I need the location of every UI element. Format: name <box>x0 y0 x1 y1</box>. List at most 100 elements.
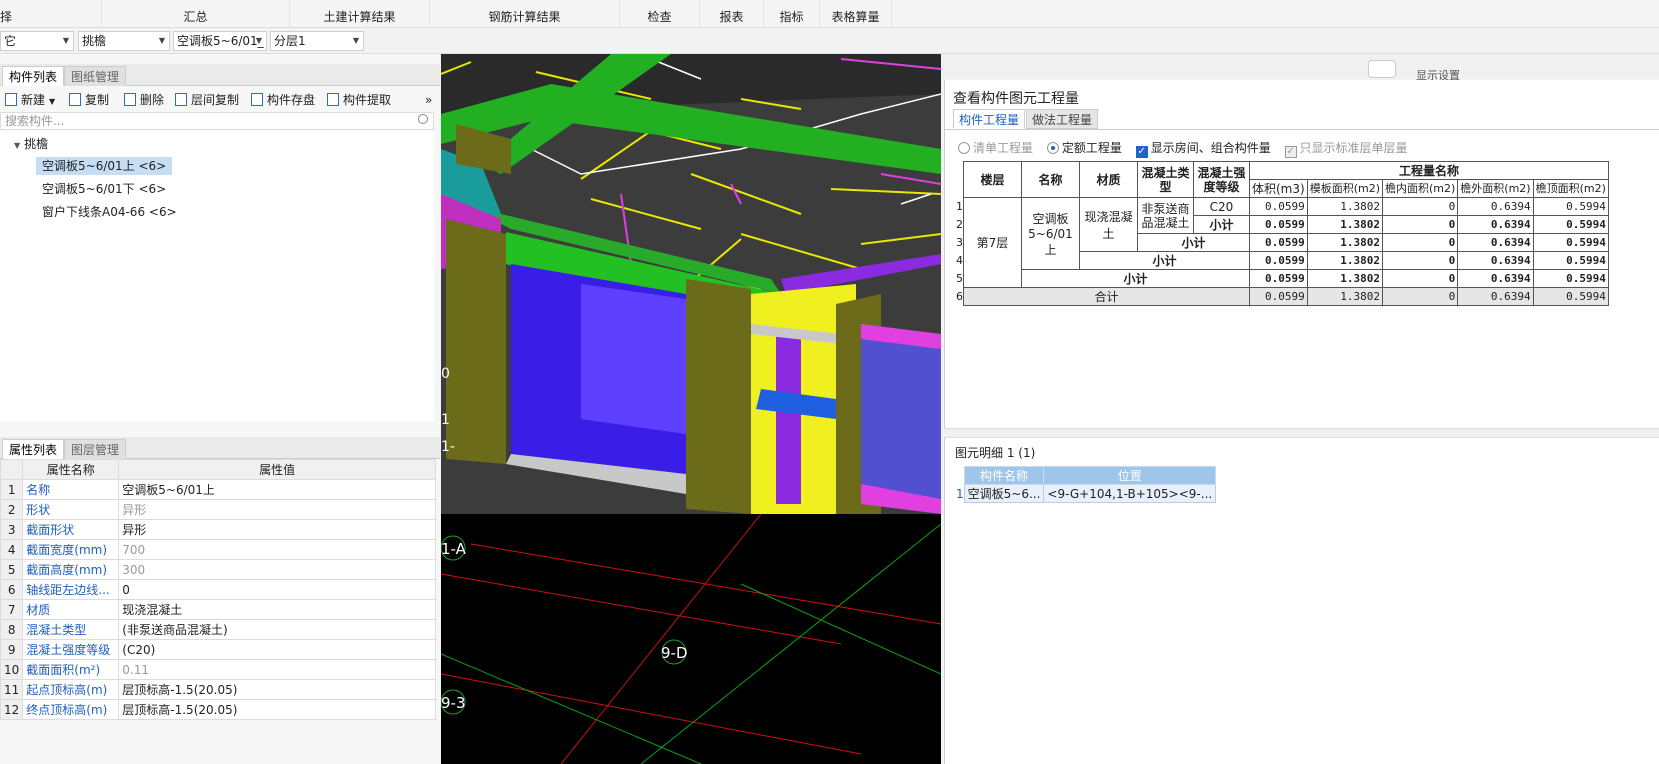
ribbon-tab-check[interactable]: 检查 <box>620 0 700 28</box>
property-value[interactable]: (C20) <box>118 639 436 660</box>
category-combo[interactable]: 挑檐 ▼ <box>78 31 170 51</box>
property-row[interactable]: 3 截面形状 异形 <box>0 519 436 540</box>
delete-button[interactable]: 删除 <box>124 92 164 108</box>
concrete-grade-header: 混凝土强度等级 <box>1193 161 1250 198</box>
property-value[interactable]: 异形 <box>118 519 436 540</box>
outer-area-value: 0.6394 <box>1457 215 1534 234</box>
property-name: 名称 <box>22 479 120 500</box>
row-number: 2 <box>0 499 24 520</box>
bill-quantity-radio[interactable]: 清单工程量 <box>958 139 1033 156</box>
formwork-area-header: 模板面积(m2) <box>1306 179 1384 198</box>
property-row[interactable]: 10 截面面积(m²) 0.11 <box>0 659 436 680</box>
property-value[interactable]: 300 <box>118 559 436 580</box>
property-value[interactable]: 层顶标高-1.5(20.05) <box>118 679 436 700</box>
dialog-title: 查看构件图元工程量 <box>953 91 1079 107</box>
volume-value: 0.0599 <box>1249 233 1308 252</box>
row-number: 3 <box>0 519 24 540</box>
property-table: 属性名称 属性值 1 名称 空调板5~6/01上 2 形状 异形 3 截面形状 异形 4 截面宽度(… <box>0 459 436 720</box>
property-row[interactable]: 6 轴线距左边线... 0 <box>0 579 436 600</box>
search-icon[interactable] <box>418 114 428 124</box>
3d-viewport[interactable]: 0 1 1- 1-A 9-D 9-3 <box>441 54 941 764</box>
property-row[interactable]: 7 材质 现浇混凝土 <box>0 599 436 620</box>
property-value[interactable]: 0.11 <box>118 659 436 680</box>
tab-component-list[interactable]: 构件列表 <box>2 66 65 86</box>
detail-title: 图元明细 1 (1) <box>955 444 1035 461</box>
floor-header: 楼层 <box>963 161 1022 198</box>
property-value[interactable]: 700 <box>118 539 436 560</box>
tab-method-quantity[interactable]: 做法工程量 <box>1026 109 1099 129</box>
chevron-down-icon: ▼ <box>62 36 69 45</box>
component-combo[interactable]: 空调板5~6/01_ ▼ <box>173 31 267 51</box>
building-model <box>441 54 941 764</box>
type-combo[interactable]: 它 ▼ <box>0 31 74 51</box>
grade-cell: C20 <box>1193 197 1250 216</box>
property-row[interactable]: 11 起点顶标高(m) 层顶标高-1.5(20.05) <box>0 679 436 700</box>
property-value[interactable]: 现浇混凝土 <box>118 599 436 620</box>
volume-value: 0.0599 <box>1249 287 1308 306</box>
axis-label: 1-A <box>441 540 466 558</box>
property-panel-tabs: 属性列表 图层管理 <box>0 437 440 459</box>
copy-button[interactable]: 复制 <box>69 92 109 108</box>
type-combo-value: 它 <box>4 34 17 48</box>
extract-component-label: 构件提取 <box>343 93 392 107</box>
property-value[interactable]: 异形 <box>118 499 436 520</box>
property-value[interactable]: 层顶标高-1.5(20.05) <box>118 699 436 720</box>
formwork-area-value: 1.3802 <box>1306 233 1384 252</box>
option-label: 清单工程量 <box>973 141 1034 155</box>
tab-drawing-manager[interactable]: 图纸管理 <box>64 66 127 86</box>
property-row[interactable]: 5 截面高度(mm) 300 <box>0 559 436 580</box>
ribbon-tab-select[interactable]: 择 <box>0 0 102 28</box>
collapse-icon[interactable]: ▼ <box>14 141 20 150</box>
formwork-area-value: 1.3802 <box>1306 197 1384 216</box>
formwork-area-value: 1.3802 <box>1306 287 1384 306</box>
more-tools-icon[interactable]: » <box>425 92 432 108</box>
row-number: 12 <box>0 699 24 720</box>
splitter[interactable] <box>944 428 1659 438</box>
ribbon-tab-table-quantity[interactable]: 表格算量 <box>820 0 892 28</box>
ribbon-tab-report[interactable]: 报表 <box>700 0 764 28</box>
outer-area-value: 0.6394 <box>1457 269 1534 288</box>
row-number: 4 <box>956 254 963 267</box>
option-label: 显示房间、组合构件量 <box>1150 141 1271 155</box>
property-value[interactable]: (非泵送商品混凝土) <box>118 619 436 640</box>
tab-layer-manager[interactable]: 图层管理 <box>64 439 127 459</box>
save-component-button[interactable]: 构件存盘 <box>251 92 315 108</box>
layer-combo[interactable]: 分层1 ▼ <box>270 31 364 51</box>
tree-item[interactable]: 空调板5~6/01下 <6> <box>42 180 166 198</box>
tab-property-list[interactable]: 属性列表 <box>2 439 65 459</box>
axis-label: 0 <box>441 366 450 382</box>
subtotal-label: 小计 <box>1079 251 1250 270</box>
ribbon-tab-summary[interactable]: 汇总 <box>102 0 290 28</box>
concrete-type-header: 混凝土类型 <box>1137 161 1194 198</box>
row-number: 6 <box>0 579 24 600</box>
ribbon-tab-civil-results[interactable]: 土建计算结果 <box>290 0 430 28</box>
property-row[interactable]: 8 混凝土类型 (非泵送商品混凝土) <box>0 619 436 640</box>
property-row[interactable]: 2 形状 异形 <box>0 499 436 520</box>
property-row[interactable]: 12 终点顶标高(m) 层顶标高-1.5(20.05) <box>0 699 436 720</box>
tree-item[interactable]: 窗户下线条A04-66 <6> <box>42 203 177 221</box>
view-cube-icon[interactable] <box>1368 60 1396 78</box>
tab-component-quantity[interactable]: 构件工程量 <box>953 109 1026 129</box>
ribbon-tab-rebar-results[interactable]: 钢筋计算结果 <box>430 0 620 28</box>
detail-name-cell[interactable]: 空调板5~6... <box>963 484 1045 503</box>
property-row[interactable]: 9 混凝土强度等级 (C20) <box>0 639 436 660</box>
property-row[interactable]: 4 截面宽度(mm) 700 <box>0 539 436 560</box>
component-search-input[interactable]: 搜索构件... <box>0 112 434 130</box>
top-area-value: 0.5994 <box>1532 233 1609 252</box>
subtotal-label: 小计 <box>1137 233 1250 252</box>
property-value[interactable]: 空调板5~6/01上 <box>118 479 436 500</box>
detail-position-cell[interactable]: <9-G+104,1-B+105><9-... <box>1043 484 1217 503</box>
new-button[interactable]: 新建 ▼ <box>5 92 55 108</box>
ribbon-tab-index[interactable]: 指标 <box>764 0 820 28</box>
row-number: 1 <box>956 200 963 213</box>
extract-component-button[interactable]: 构件提取 <box>327 92 391 108</box>
floor-copy-button[interactable]: 层间复制 <box>175 92 239 108</box>
quota-quantity-radio[interactable]: 定额工程量 <box>1046 139 1122 156</box>
show-room-checkbox[interactable]: ✓ 显示房间、组合构件量 <box>1135 139 1271 158</box>
tree-item[interactable]: 空调板5~6/01上 <6> <box>36 157 173 175</box>
property-value[interactable]: 0 <box>118 579 436 600</box>
checkbox-checked-icon: ✓ <box>1135 146 1148 158</box>
property-row[interactable]: 1 名称 空调板5~6/01上 <box>0 479 436 500</box>
tree-root[interactable]: ▼ 挑檐 <box>14 135 48 155</box>
standard-floor-checkbox[interactable]: ✓ 只显示标准层单层量 <box>1284 139 1408 158</box>
